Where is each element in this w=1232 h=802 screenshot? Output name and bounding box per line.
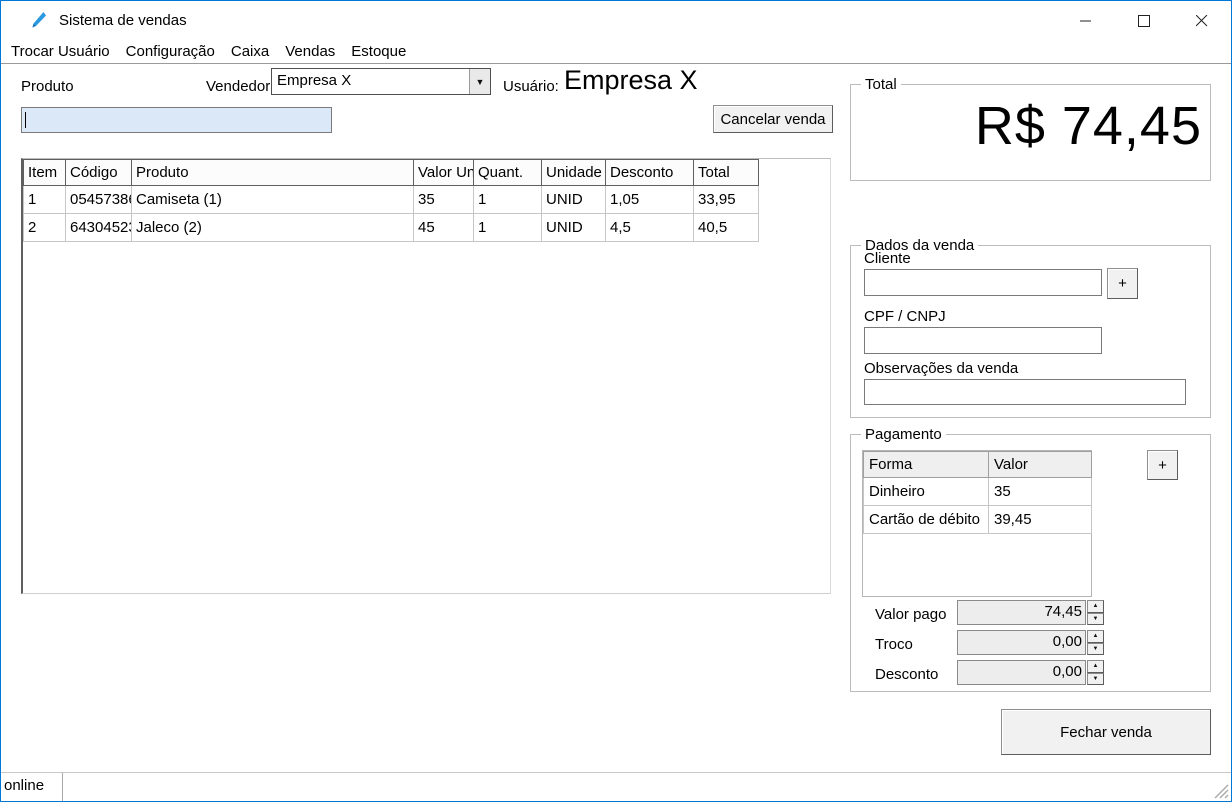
user-name-value: Empresa X xyxy=(564,65,698,96)
product-label: Produto xyxy=(21,78,74,95)
menu-item-trocar-usuario[interactable]: Trocar Usuário xyxy=(3,41,118,63)
discount-stepper: 0,00 ▲ ▼ xyxy=(957,660,1104,685)
table-cell[interactable]: 64304523 xyxy=(66,214,132,242)
table-row[interactable]: 264304523Jaleco (2)451UNID4,540,5 xyxy=(24,214,759,242)
resize-grip[interactable] xyxy=(1213,783,1229,799)
table-cell[interactable]: 33,95 xyxy=(694,186,759,214)
table-cell[interactable]: 05457386 xyxy=(66,186,132,214)
cpf-cnpj-input[interactable] xyxy=(864,327,1102,354)
column-header[interactable]: Valor Uni xyxy=(414,160,474,186)
cpf-cnpj-label: CPF / CNPJ xyxy=(864,308,946,325)
chevron-down-icon[interactable]: ▼ xyxy=(469,69,490,94)
spin-down-icon[interactable]: ▼ xyxy=(1087,673,1104,686)
spin-up-icon[interactable]: ▲ xyxy=(1087,660,1104,673)
maximize-icon[interactable] xyxy=(1115,1,1173,41)
column-header[interactable]: Unidade xyxy=(542,160,606,186)
minimize-icon[interactable] xyxy=(1057,1,1115,41)
app-window: Sistema de vendas Trocar Usuário Configu… xyxy=(0,0,1232,802)
items-grid: ItemCódigoProdutoValor UniQuant.UnidadeD… xyxy=(21,158,831,594)
table-row[interactable]: 105457386Camiseta (1)351UNID1,0533,95 xyxy=(24,186,759,214)
total-group-label: Total xyxy=(861,76,901,93)
column-header[interactable]: Quant. xyxy=(474,160,542,186)
change-value[interactable]: 0,00 xyxy=(957,630,1086,655)
status-online-text: online xyxy=(1,773,63,801)
table-cell[interactable]: UNID xyxy=(542,186,606,214)
table-cell[interactable]: 39,45 xyxy=(989,506,1092,534)
pencil-icon xyxy=(28,10,48,32)
spin-down-icon[interactable]: ▼ xyxy=(1087,643,1104,656)
sale-data-groupbox: Dados da venda Cliente + CPF / CNPJ Obse… xyxy=(850,245,1211,418)
close-sale-button[interactable]: Fechar venda xyxy=(1001,709,1211,755)
payment-table-header-row: FormaValor xyxy=(864,452,1092,478)
table-cell[interactable]: 35 xyxy=(989,478,1092,506)
payment-table: FormaValor Dinheiro35Cartão de débito39,… xyxy=(863,451,1092,534)
vendor-combobox[interactable]: Empresa X ▼ xyxy=(271,68,491,95)
table-cell[interactable]: Jaleco (2) xyxy=(132,214,414,242)
caption-buttons xyxy=(1057,1,1231,41)
column-header[interactable]: Item xyxy=(24,160,66,186)
close-icon[interactable] xyxy=(1173,1,1231,41)
column-header[interactable]: Forma xyxy=(864,452,989,478)
payment-grid: FormaValor Dinheiro35Cartão de débito39,… xyxy=(862,450,1092,597)
change-label: Troco xyxy=(875,636,913,653)
paid-amount-value[interactable]: 74,45 xyxy=(957,600,1086,625)
add-payment-button[interactable]: + xyxy=(1147,450,1178,480)
vendor-selected-value: Empresa X xyxy=(272,69,469,94)
window-title: Sistema de vendas xyxy=(59,12,187,29)
menu-item-estoque[interactable]: Estoque xyxy=(343,41,414,63)
user-label: Usuário: xyxy=(503,78,559,95)
table-cell[interactable]: 2 xyxy=(24,214,66,242)
menu-item-configuracao[interactable]: Configuração xyxy=(118,41,223,63)
table-cell[interactable]: 1 xyxy=(474,186,542,214)
table-row[interactable]: Cartão de débito39,45 xyxy=(864,506,1092,534)
payment-groupbox: Pagamento FormaValor Dinheiro35Cartão de… xyxy=(850,434,1211,692)
title-bar: Sistema de vendas xyxy=(1,1,1231,41)
text-caret xyxy=(25,112,26,128)
table-cell[interactable]: 1,05 xyxy=(606,186,694,214)
table-cell[interactable]: 1 xyxy=(474,214,542,242)
status-bar: online xyxy=(1,772,1231,801)
table-cell[interactable]: 45 xyxy=(414,214,474,242)
menu-item-vendas[interactable]: Vendas xyxy=(277,41,343,63)
column-header[interactable]: Produto xyxy=(132,160,414,186)
client-label: Cliente xyxy=(864,250,911,267)
table-cell[interactable]: Dinheiro xyxy=(864,478,989,506)
items-table: ItemCódigoProdutoValor UniQuant.UnidadeD… xyxy=(23,159,759,242)
sale-notes-label: Observações da venda xyxy=(864,360,1018,377)
table-cell[interactable]: 4,5 xyxy=(606,214,694,242)
client-input[interactable] xyxy=(864,269,1102,296)
product-search-input[interactable] xyxy=(21,107,332,133)
column-header[interactable]: Código xyxy=(66,160,132,186)
table-cell[interactable]: 40,5 xyxy=(694,214,759,242)
add-client-button[interactable]: + xyxy=(1107,268,1138,299)
menu-bar: Trocar Usuário Configuração Caixa Vendas… xyxy=(1,41,1231,64)
spin-down-icon[interactable]: ▼ xyxy=(1087,613,1104,626)
change-stepper: 0,00 ▲ ▼ xyxy=(957,630,1104,655)
payment-group-label: Pagamento xyxy=(861,426,946,443)
discount-label: Desconto xyxy=(875,666,938,683)
table-cell[interactable]: Cartão de débito xyxy=(864,506,989,534)
vendor-label: Vendedor: xyxy=(206,78,266,95)
column-header[interactable]: Desconto xyxy=(606,160,694,186)
paid-amount-label: Valor pago xyxy=(875,606,946,623)
column-header[interactable]: Total xyxy=(694,160,759,186)
table-row[interactable]: Dinheiro35 xyxy=(864,478,1092,506)
table-cell[interactable]: 1 xyxy=(24,186,66,214)
discount-value[interactable]: 0,00 xyxy=(957,660,1086,685)
spin-up-icon[interactable]: ▲ xyxy=(1087,630,1104,643)
table-cell[interactable]: Camiseta (1) xyxy=(132,186,414,214)
table-cell[interactable]: UNID xyxy=(542,214,606,242)
items-table-header-row: ItemCódigoProdutoValor UniQuant.UnidadeD… xyxy=(24,160,759,186)
cancel-sale-button[interactable]: Cancelar venda xyxy=(713,105,833,133)
table-cell[interactable]: 35 xyxy=(414,186,474,214)
paid-amount-stepper: 74,45 ▲ ▼ xyxy=(957,600,1104,625)
sale-notes-input[interactable] xyxy=(864,379,1186,405)
column-header[interactable]: Valor xyxy=(989,452,1092,478)
total-groupbox: Total R$ 74,45 xyxy=(850,84,1211,181)
menu-item-caixa[interactable]: Caixa xyxy=(223,41,277,63)
total-amount: R$ 74,45 xyxy=(975,95,1202,157)
spin-up-icon[interactable]: ▲ xyxy=(1087,600,1104,613)
